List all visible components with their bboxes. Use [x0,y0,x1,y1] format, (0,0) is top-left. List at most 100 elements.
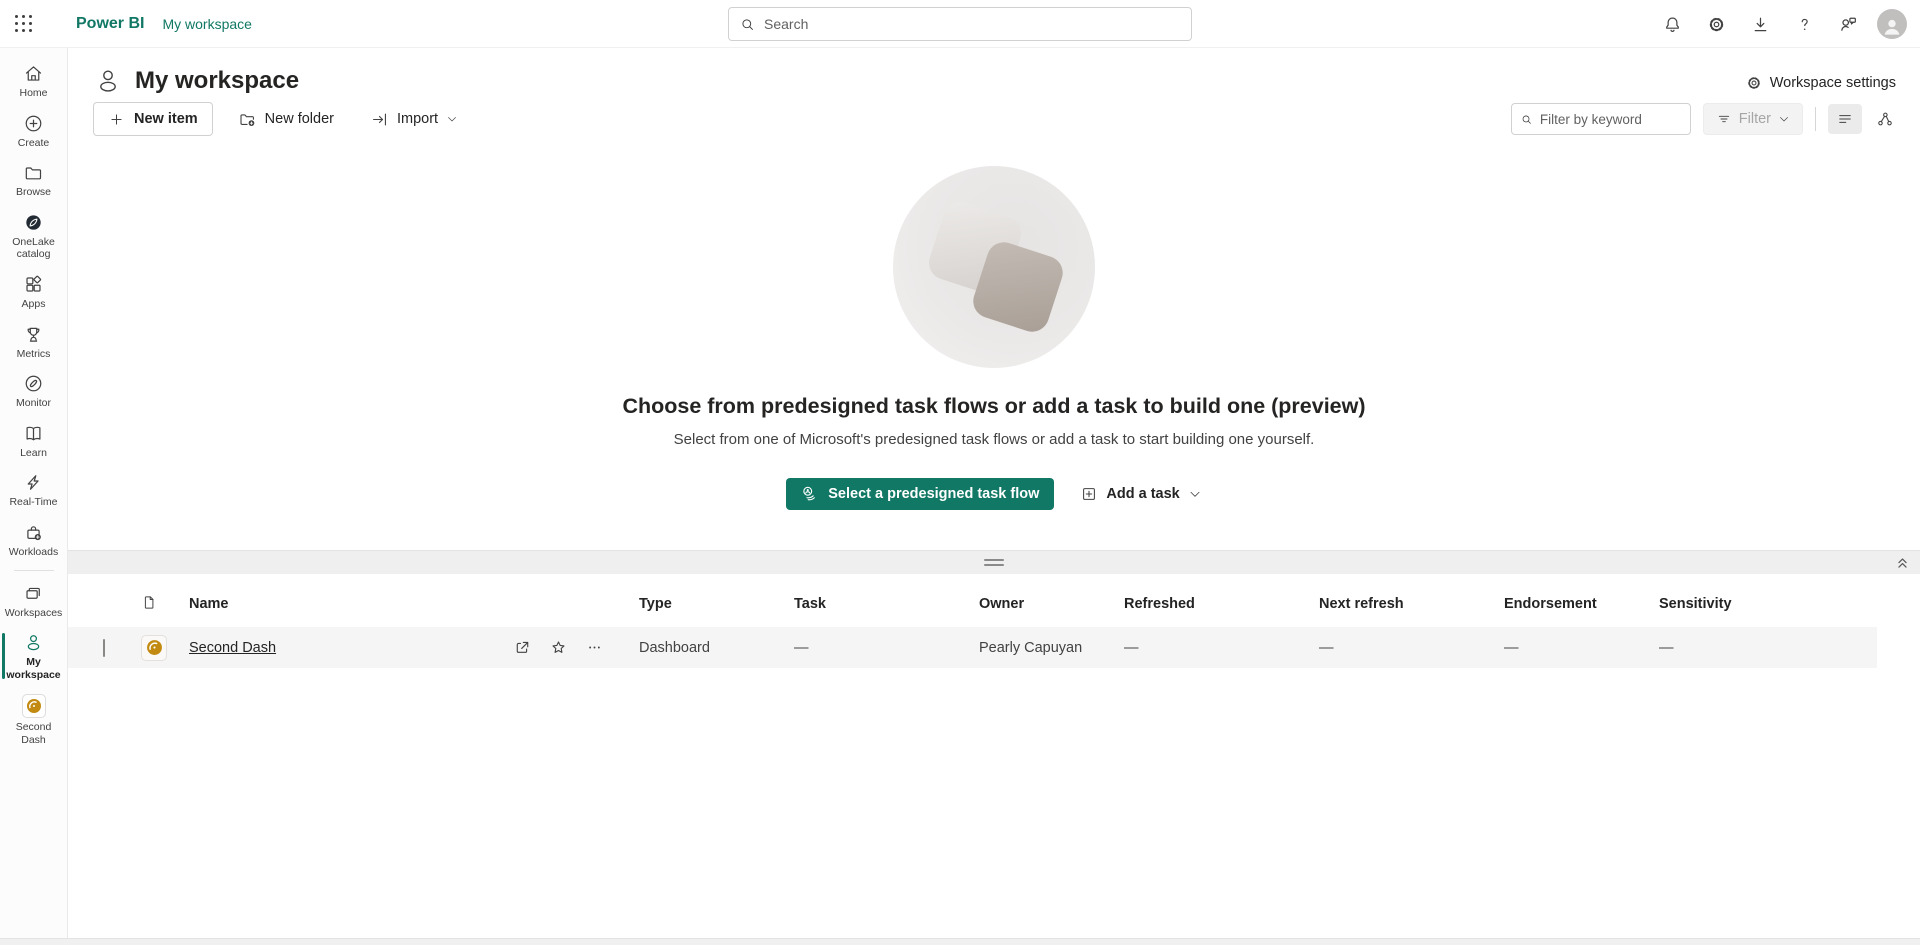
taskflow-illustration [893,166,1095,368]
chevron-down-icon [1190,491,1200,497]
splitter-drag-handle[interactable] [984,559,1004,566]
sidebar-item-real-time[interactable]: Real-Time [0,465,67,515]
sidebar-item-monitor[interactable]: Monitor [0,366,67,416]
top-app-bar: Power BI My workspace [0,0,1920,48]
sidebar-item-label: Home [19,87,48,99]
notifications-bell-icon[interactable] [1650,0,1694,48]
sidebar-item-workloads[interactable]: Workloads [0,515,67,565]
import-icon [372,113,386,125]
home-icon [25,66,42,81]
search-input[interactable] [764,16,1181,32]
powerbi-logo[interactable]: Power BI [76,15,144,33]
workspace-toolbar: New item New folder Import Filter by key… [93,102,1902,136]
workspace-settings-label: Workspace settings [1769,75,1896,91]
filter-label: Filter [1738,111,1771,127]
sidebar-item-create[interactable]: Create [0,106,67,156]
feedback-icon[interactable] [1826,0,1870,48]
bag-plus-icon [27,526,41,541]
add-a-task-button[interactable]: Add a task [1080,478,1201,510]
more-options-icon[interactable] [583,637,605,659]
sidebar-item-label: Workloads [8,545,59,558]
favorite-star-icon[interactable] [547,637,569,659]
sidebar-item-browse[interactable]: Browse [0,155,67,205]
column-header-owner[interactable]: Owner [979,596,1124,612]
plus-square-icon [1083,488,1096,500]
double-chevron-up-icon [1898,558,1907,568]
document-icon [144,595,154,609]
cell-task: — [794,639,809,656]
help-icon[interactable] [1782,0,1826,48]
cell-next-refresh: — [1319,639,1334,656]
workspace-main: My workspace Workspace settings New item… [68,48,1920,945]
item-name-link[interactable]: Second Dash [189,640,276,656]
select-predesigned-taskflow-button[interactable]: Select a predesigned task flow [786,478,1055,510]
topbar-actions [1650,0,1914,48]
cell-endorsement: — [1504,639,1519,656]
sidebar-item-label: Monitor [15,397,51,410]
person-icon [27,635,40,651]
sidebar-item-metrics[interactable]: Metrics [0,317,67,367]
app-launcher-waffle-icon[interactable] [0,0,46,48]
sidebar-item-learn[interactable]: Learn [0,416,67,466]
filter-button-disabled[interactable]: Filter [1702,103,1803,135]
splitter-band [68,550,1920,574]
lineage-view-icon [1878,112,1892,126]
download-icon[interactable] [1738,0,1782,48]
folder-plus-icon [240,113,254,126]
avatar [1877,9,1907,39]
lineage-view-button[interactable] [1868,104,1902,134]
sidebar-item-second-dash[interactable]: Second Dash [0,687,67,752]
gear-icon [1747,77,1760,89]
filter-icon [1718,115,1729,123]
sidebar-item-label: Metrics [16,347,51,360]
sidebar-item-apps[interactable]: Apps [0,267,67,317]
share-icon[interactable] [511,637,533,659]
chevron-down-icon [448,117,456,122]
lightning-icon [27,475,39,491]
column-header-type[interactable]: Type [639,596,794,612]
sidebar-item-home[interactable]: Home [0,56,67,106]
column-header-name[interactable]: Name [189,596,639,612]
cell-type: Dashboard [639,639,710,656]
breadcrumb[interactable]: My workspace [162,16,251,32]
global-search-box[interactable] [728,7,1192,41]
import-label: Import [396,111,439,127]
cell-owner: Pearly Capuyan [979,639,1083,656]
filter-keyword-input[interactable] [1539,111,1682,127]
settings-gear-icon[interactable] [1694,0,1738,48]
row-checkbox[interactable] [103,638,105,657]
dashboard-item-icon [141,634,167,661]
account-avatar[interactable] [1870,0,1914,48]
search-icon [1522,115,1531,124]
sidebar-item-workspaces[interactable]: Workspaces [0,576,67,626]
sidebar-item-onelake-catalog[interactable]: OneLake catalog [0,205,67,267]
sidebar-item-label: My workspace [6,656,61,681]
empty-state-heading: Choose from predesigned task flows or ad… [622,394,1366,418]
row-hover-actions [511,637,605,659]
sidebar-item-label: Real-Time [9,496,58,509]
import-button[interactable]: Import [359,102,469,136]
bottom-scrollbar-track[interactable] [0,938,1920,945]
add-task-label: Add a task [1106,486,1180,502]
cell-sensitivity: — [1659,639,1674,656]
list-view-icon [1839,115,1851,123]
table-row[interactable]: Second Dash Dashboard — Pearly Capuyan —… [68,627,1877,668]
column-header-endorsement[interactable]: Endorsement [1504,596,1659,612]
column-header-refreshed[interactable]: Refreshed [1124,596,1319,612]
left-nav-rail: Home Create Browse OneLake catalog Apps [0,48,68,945]
document-type-column-icon [141,594,189,615]
page-title: My workspace [135,67,300,94]
filter-keyword-box[interactable] [1510,103,1691,135]
new-item-button[interactable]: New item [93,102,213,136]
collapse-panel-button[interactable] [1895,555,1910,575]
toolbar-divider [1815,107,1816,131]
column-header-next-refresh[interactable]: Next refresh [1319,596,1504,612]
book-icon [26,426,41,441]
list-view-button[interactable] [1828,104,1862,134]
workspace-settings-button[interactable]: Workspace settings [1745,74,1896,92]
column-header-sensitivity[interactable]: Sensitivity [1659,596,1920,612]
column-header-task[interactable]: Task [794,596,979,612]
sidebar-item-my-workspace[interactable]: My workspace [0,625,67,687]
workspace-person-icon [100,70,116,92]
new-folder-button[interactable]: New folder [227,102,345,136]
